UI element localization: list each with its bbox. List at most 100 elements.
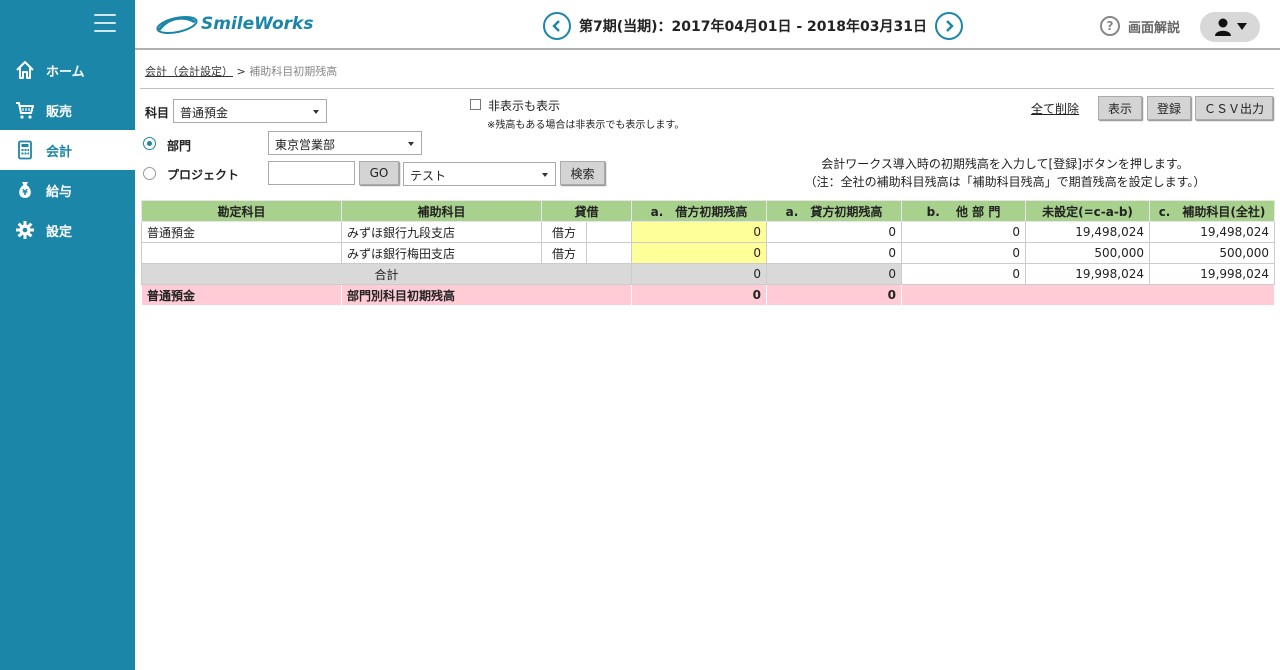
period-selector: 第7期(当期)：2017年04月01日 - 2018年03月31日 bbox=[543, 12, 963, 40]
breadcrumb-separator: > bbox=[233, 65, 250, 78]
header: SmileWorks 第7期(当期)：2017年04月01日 - 2018年03… bbox=[135, 0, 1280, 50]
next-period-button[interactable] bbox=[934, 12, 963, 40]
cell-sub-account: みずほ銀行梅田支店 bbox=[341, 242, 542, 264]
nav-item-accounting[interactable]: 会計 bbox=[0, 130, 135, 170]
col-header-debit: a. 借方初期残高 bbox=[631, 200, 768, 222]
divider bbox=[140, 88, 1274, 89]
debit-input-cell[interactable]: 0 bbox=[631, 221, 768, 243]
cell-sub-account: みずほ銀行九段支店 bbox=[341, 221, 542, 243]
prev-period-button[interactable] bbox=[543, 12, 571, 40]
dept-select-value: 東京営業部 bbox=[275, 138, 336, 152]
col-header-other-dept: b. 他 部 門 bbox=[901, 200, 1027, 222]
user-menu-button[interactable] bbox=[1200, 12, 1260, 42]
table-header-row: 勘定科目 補助科目 貸借 a. 借方初期残高 a. 貸方初期残高 b. 他 部 … bbox=[141, 200, 1276, 222]
go-button[interactable]: GO bbox=[359, 161, 399, 185]
chevron-left-icon bbox=[552, 20, 560, 32]
dept-label: 部門 bbox=[167, 139, 192, 153]
logo-mark-icon bbox=[156, 15, 198, 35]
total-debit: 0 bbox=[631, 263, 768, 285]
help-button[interactable]: ? 画面解説 bbox=[1100, 16, 1180, 36]
pink-label: 部門別科目初期残高 bbox=[340, 284, 633, 306]
project-label: プロジェクト bbox=[167, 168, 240, 182]
project-select-value: テスト bbox=[410, 169, 447, 183]
pink-account: 普通預金 bbox=[141, 284, 342, 306]
nav-label-settings: 設定 bbox=[46, 224, 73, 240]
dept-opening-balance-row: 普通預金 部門別科目初期残高 0 0 bbox=[141, 284, 1276, 306]
cell-account bbox=[141, 242, 342, 264]
nav-item-home[interactable]: ホーム bbox=[0, 50, 135, 90]
col-header-sub-account: 補助科目 bbox=[341, 200, 542, 222]
logo[interactable]: SmileWorks bbox=[155, 12, 313, 36]
nav-item-payroll[interactable]: ¥ 給与 bbox=[0, 170, 135, 210]
col-header-account: 勘定科目 bbox=[141, 200, 342, 222]
dept-radio[interactable] bbox=[143, 137, 156, 150]
question-icon: ? bbox=[1100, 16, 1120, 36]
pink-debit: 0 bbox=[631, 284, 768, 306]
pink-credit: 0 bbox=[766, 284, 903, 306]
nav-label-home: ホーム bbox=[46, 64, 85, 80]
total-credit: 0 bbox=[766, 263, 903, 285]
pink-empty bbox=[901, 284, 1276, 306]
cell-other-dept: 0 bbox=[901, 221, 1027, 243]
total-unset: 19,998,024 bbox=[1025, 263, 1151, 285]
project-select[interactable]: テスト bbox=[403, 162, 556, 186]
cell-account: 普通預金 bbox=[141, 221, 342, 243]
show-hidden-checkbox[interactable] bbox=[470, 99, 481, 110]
gear-icon bbox=[14, 219, 36, 241]
period-text: 第7期(当期)：2017年04月01日 - 2018年03月31日 bbox=[579, 19, 927, 35]
cell-empty bbox=[585, 242, 633, 264]
nav-label-sales: 販売 bbox=[46, 104, 73, 120]
project-code-input[interactable] bbox=[268, 161, 355, 185]
instruction-note-1: 会計ワークス導入時の初期残高を入力して[登録]ボタンを押します。 bbox=[821, 157, 1189, 171]
help-label: 画面解説 bbox=[1128, 20, 1181, 36]
cell-credit: 0 bbox=[766, 221, 903, 243]
cart-icon bbox=[14, 99, 36, 121]
menu-toggle-icon[interactable] bbox=[94, 14, 116, 34]
cell-unset: 500,000 bbox=[1025, 242, 1151, 264]
search-button[interactable]: 検索 bbox=[560, 161, 605, 185]
delete-all-link[interactable]: 全て削除 bbox=[1031, 100, 1079, 117]
account-select-value: 普通預金 bbox=[180, 106, 229, 120]
sidebar: ホーム 販売 会計 ¥ 給与 設定 bbox=[0, 0, 135, 670]
nav-item-settings[interactable]: 設定 bbox=[0, 210, 135, 250]
table-row: 普通預金 みずほ銀行九段支店 借方 0 0 0 19,498,024 19,49… bbox=[141, 221, 1276, 243]
nav-label-accounting: 会計 bbox=[46, 144, 73, 160]
cell-side: 借方 bbox=[541, 242, 587, 264]
cell-unset: 19,498,024 bbox=[1025, 221, 1151, 243]
total-row: 合計 0 0 0 19,998,024 19,998,024 bbox=[140, 263, 1276, 285]
cell-side: 借方 bbox=[541, 221, 587, 243]
total-label: 合計 bbox=[140, 263, 633, 285]
svg-text:¥: ¥ bbox=[22, 188, 28, 197]
register-button[interactable]: 登録 bbox=[1147, 96, 1191, 120]
chevron-right-icon bbox=[946, 20, 954, 32]
cell-other-dept: 0 bbox=[901, 242, 1027, 264]
user-icon bbox=[1215, 18, 1231, 36]
breadcrumb: 会計（会計設定） > 補助科目初期残高 bbox=[145, 63, 337, 79]
table-row: みずほ銀行梅田支店 借方 0 0 0 500,000 500,000 bbox=[141, 242, 1276, 264]
col-header-unset: 未設定(=c-a-b) bbox=[1025, 200, 1151, 222]
dropdown-arrow-icon bbox=[408, 142, 414, 146]
account-select[interactable]: 普通預金 bbox=[173, 99, 327, 123]
money-bag-icon: ¥ bbox=[14, 179, 36, 201]
nav-item-sales[interactable]: 販売 bbox=[0, 90, 135, 130]
calculator-icon bbox=[14, 139, 36, 161]
show-hidden-label: 非表示も表示 bbox=[488, 99, 561, 113]
breadcrumb-link-accounting-settings[interactable]: 会計（会計設定） bbox=[145, 65, 233, 78]
cell-company-total: 500,000 bbox=[1149, 242, 1276, 264]
dept-select[interactable]: 東京営業部 bbox=[268, 131, 422, 155]
cell-empty bbox=[585, 221, 633, 243]
project-radio[interactable] bbox=[143, 167, 156, 180]
home-icon bbox=[14, 59, 36, 81]
col-header-credit: a. 貸方初期残高 bbox=[766, 200, 903, 222]
total-other-dept: 0 bbox=[901, 263, 1027, 285]
dropdown-arrow-icon bbox=[542, 173, 548, 177]
total-company: 19,998,024 bbox=[1149, 263, 1276, 285]
caret-down-icon bbox=[1237, 23, 1247, 30]
csv-export-button[interactable]: ＣＳＶ出力 bbox=[1195, 96, 1273, 120]
account-label: 科目 bbox=[145, 106, 170, 120]
nav-label-payroll: 給与 bbox=[46, 184, 73, 200]
breadcrumb-current: 補助科目初期残高 bbox=[249, 65, 338, 78]
debit-input-cell[interactable]: 0 bbox=[631, 242, 768, 264]
display-button[interactable]: 表示 bbox=[1098, 96, 1142, 120]
show-hidden-note: ※残高もある場合は非表示でも表示します。 bbox=[487, 120, 685, 131]
